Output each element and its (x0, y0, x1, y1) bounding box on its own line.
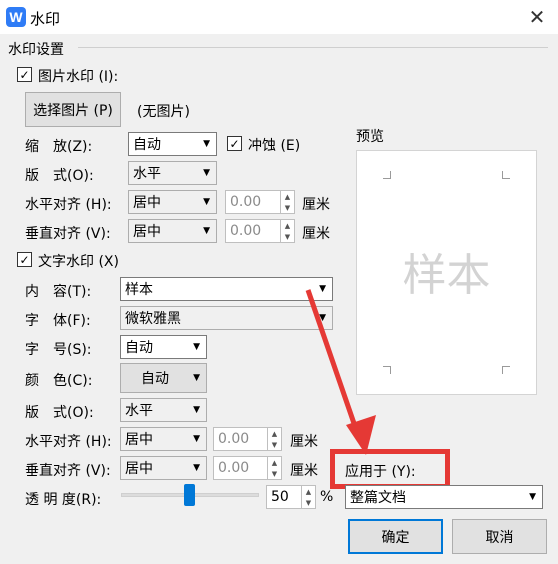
text-watermark-checkbox[interactable]: ✓ (17, 252, 32, 267)
size-label: 字 号(S): (25, 342, 92, 358)
margin-corner-mark (502, 366, 510, 374)
picture-valign-offset-value: 0.00 (230, 223, 262, 239)
spin-up-icon[interactable]: ▲ (281, 191, 294, 202)
content-value: 样本 (125, 282, 153, 298)
text-halign-value: 居中 (125, 432, 153, 448)
size-value: 自动 (125, 340, 153, 356)
text-valign-offset-value: 0.00 (218, 460, 250, 476)
text-halign-label: 水平对齐 (H): (25, 434, 112, 450)
picture-valign-offset[interactable]: 0.00 ▲ ▼ (225, 219, 295, 243)
dropdown-arrow-icon: ▼ (203, 226, 210, 236)
picture-halign-dropdown[interactable]: 居中 ▼ (128, 190, 217, 214)
text-valign-dropdown[interactable]: 居中 ▼ (120, 456, 207, 480)
select-picture-button[interactable]: 选择图片 (P) (25, 92, 121, 127)
picture-watermark-label: 图片水印 (I): (38, 69, 119, 85)
spin-down-icon[interactable]: ▼ (268, 468, 281, 479)
color-picker-button[interactable]: 自动 ▼ (120, 363, 207, 393)
scale-value: 自动 (133, 137, 161, 153)
picture-halign-offset-value: 0.00 (230, 194, 262, 210)
dropdown-arrow-icon: ▼ (193, 405, 200, 415)
transparency-unit: % (320, 489, 334, 505)
preview-watermark-text: 样本 (402, 250, 491, 301)
size-combo[interactable]: 自动 ▼ (120, 335, 207, 359)
apply-to-dropdown[interactable]: 整篇文档 ▼ (345, 485, 543, 509)
dropdown-arrow-icon: ▼ (193, 373, 200, 383)
dropdown-arrow-icon: ▼ (529, 492, 536, 502)
dropdown-arrow-icon: ▼ (193, 463, 200, 473)
close-icon[interactable]: ✕ (524, 4, 550, 30)
picture-halign-offset[interactable]: 0.00 ▲ ▼ (225, 190, 295, 214)
scale-label: 缩 放(Z): (25, 139, 93, 155)
washout-label: 冲蚀 (E) (248, 138, 301, 154)
picture-valign-label: 垂直对齐 (V): (25, 226, 111, 242)
picture-halign-label: 水平对齐 (H): (25, 197, 112, 213)
text-watermark-label: 文字水印 (X) (38, 254, 119, 270)
text-valign-offset[interactable]: 0.00 ▲ ▼ (213, 456, 282, 480)
apply-to-label: 应用于 (Y): (345, 464, 416, 480)
text-halign-offset[interactable]: 0.00 ▲ ▼ (213, 427, 282, 451)
picture-watermark-checkbox[interactable]: ✓ (17, 67, 32, 82)
margin-corner-mark (383, 171, 391, 179)
picture-valign-value: 居中 (133, 224, 161, 240)
transparency-spinbox[interactable]: 50 ▲ ▼ (266, 485, 316, 509)
margin-corner-mark (383, 366, 391, 374)
dropdown-arrow-icon: ▼ (203, 197, 210, 207)
dropdown-arrow-icon: ▼ (193, 434, 200, 444)
spin-up-icon[interactable]: ▲ (268, 457, 281, 468)
preview-page: 样本 (356, 150, 537, 395)
washout-checkbox[interactable]: ✓ (227, 136, 242, 151)
spin-down-icon[interactable]: ▼ (302, 497, 315, 508)
transparency-value: 50 (271, 489, 289, 505)
annotation-arrow-shaft (305, 289, 361, 436)
picture-layout-dropdown[interactable]: 水平 ▼ (128, 161, 217, 185)
text-layout-label: 版 式(O): (25, 405, 94, 421)
group-title: 水印设置 (8, 42, 64, 58)
text-valign-value: 居中 (125, 461, 153, 477)
scale-combo[interactable]: 自动 ▼ (128, 132, 217, 156)
content-label: 内 容(T): (25, 284, 92, 300)
spin-up-icon[interactable]: ▲ (302, 486, 315, 497)
picture-halign-unit: 厘米 (302, 197, 330, 213)
text-halign-offset-value: 0.00 (218, 431, 250, 447)
text-valign-unit: 厘米 (290, 463, 318, 479)
preview-label: 预览 (356, 129, 384, 145)
annotation-arrow-head (346, 415, 376, 455)
title-bar (0, 0, 558, 34)
spin-up-icon[interactable]: ▲ (281, 220, 294, 231)
ok-button[interactable]: 确定 (348, 519, 443, 554)
font-value: 微软雅黑 (125, 311, 181, 327)
no-picture-text: (无图片) (137, 104, 190, 120)
color-value: 自动 (141, 371, 169, 387)
text-halign-dropdown[interactable]: 居中 ▼ (120, 427, 207, 451)
spin-down-icon[interactable]: ▼ (281, 231, 294, 242)
cancel-button[interactable]: 取消 (452, 519, 547, 554)
picture-valign-unit: 厘米 (302, 226, 330, 242)
text-layout-value: 水平 (125, 403, 153, 419)
chevron-down-icon: ▼ (203, 139, 210, 149)
spin-up-icon[interactable]: ▲ (268, 428, 281, 439)
transparency-label: 透 明 度(R): (25, 492, 102, 508)
text-layout-dropdown[interactable]: 水平 ▼ (120, 398, 207, 422)
apply-to-value: 整篇文档 (350, 490, 406, 506)
spin-down-icon[interactable]: ▼ (281, 202, 294, 213)
picture-layout-value: 水平 (133, 166, 161, 182)
dropdown-arrow-icon: ▼ (203, 168, 210, 178)
transparency-slider-thumb[interactable] (184, 484, 195, 506)
chevron-down-icon: ▼ (193, 342, 200, 352)
picture-valign-dropdown[interactable]: 居中 ▼ (128, 219, 217, 243)
picture-halign-value: 居中 (133, 195, 161, 211)
group-divider (78, 47, 548, 48)
font-label: 字 体(F): (25, 313, 91, 329)
text-valign-label: 垂直对齐 (V): (25, 463, 111, 479)
color-label: 颜 色(C): (25, 373, 93, 389)
annotation-arrow (305, 289, 376, 455)
window-title: 水印 (30, 10, 61, 28)
margin-corner-mark (502, 171, 510, 179)
spin-down-icon[interactable]: ▼ (268, 439, 281, 450)
picture-layout-label: 版 式(O): (25, 168, 94, 184)
wps-app-icon: W (6, 7, 26, 27)
